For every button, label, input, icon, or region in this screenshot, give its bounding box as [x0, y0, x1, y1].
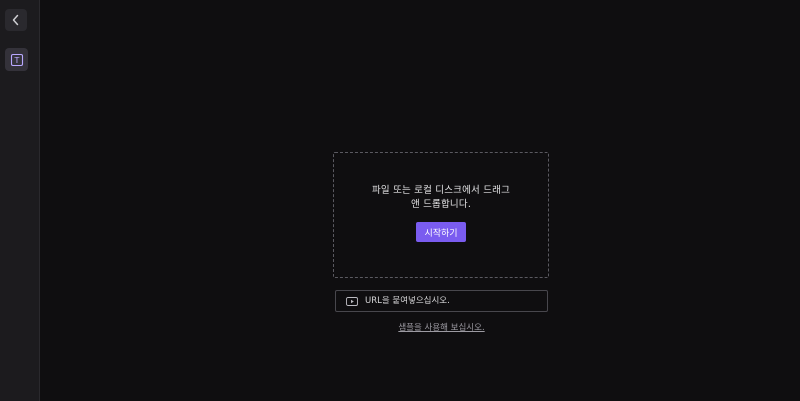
- text-box-icon: T: [10, 53, 23, 66]
- app-window: T 파일 또는 로컬 디스크에서 드래그 앤 드롭합니다. 시작하기 샘플을 사…: [0, 0, 800, 401]
- url-input-container[interactable]: [335, 290, 548, 312]
- left-toolbar: T: [0, 0, 40, 401]
- chevron-left-icon: [12, 14, 19, 26]
- video-play-icon: [346, 296, 358, 306]
- file-dropzone[interactable]: 파일 또는 로컬 디스크에서 드래그 앤 드롭합니다. 시작하기: [333, 152, 549, 278]
- dropzone-message: 파일 또는 로컬 디스크에서 드래그 앤 드롭합니다.: [371, 185, 511, 210]
- url-input[interactable]: [365, 296, 547, 306]
- start-button[interactable]: 시작하기: [416, 222, 466, 242]
- try-sample-link[interactable]: 샘플을 사용해 보십시오.: [335, 321, 548, 333]
- back-button[interactable]: [5, 9, 27, 31]
- text-tool-glyph: T: [13, 56, 19, 65]
- text-tool-button[interactable]: T: [5, 48, 28, 71]
